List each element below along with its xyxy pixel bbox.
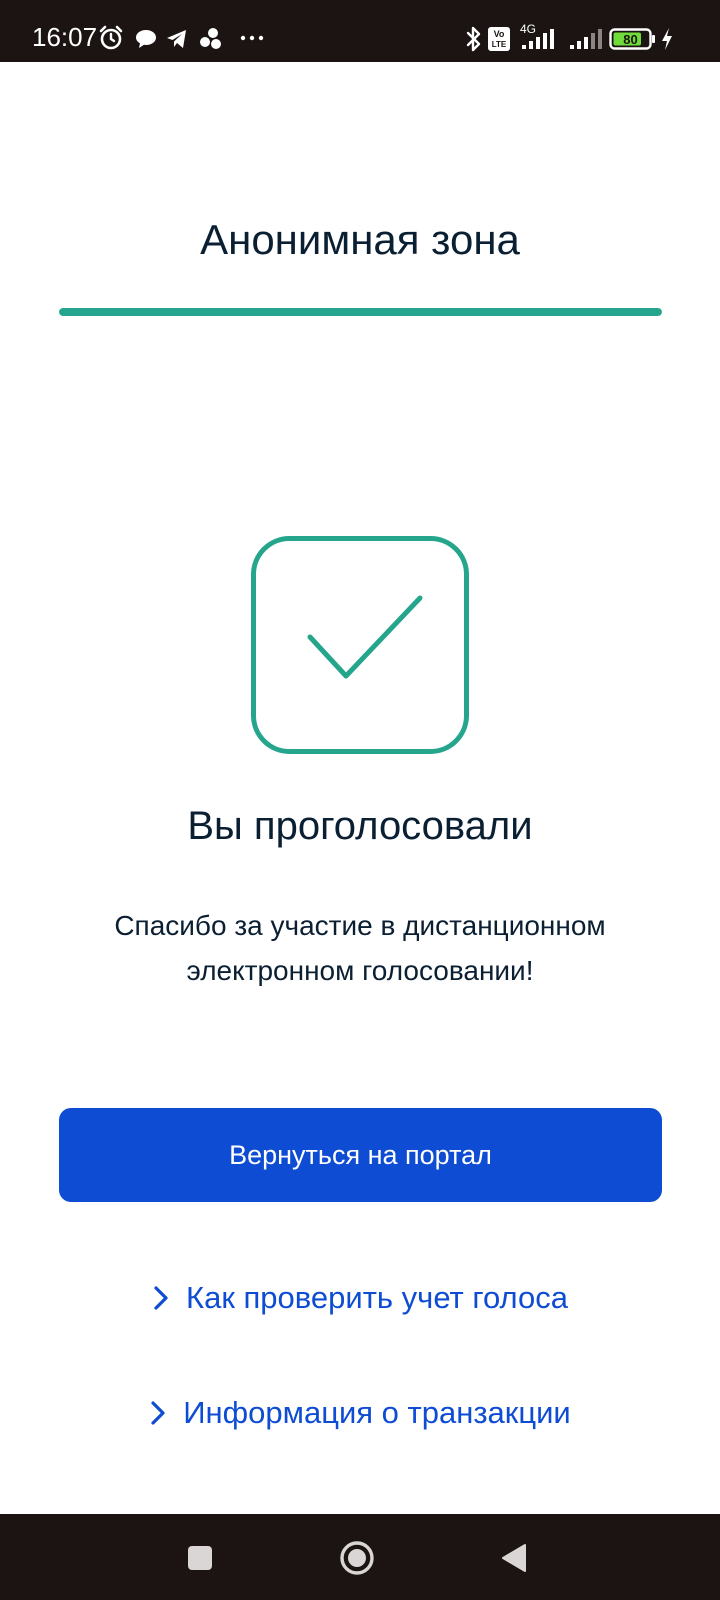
- return-to-portal-button[interactable]: Вернуться на портал: [59, 1108, 662, 1202]
- alarm-icon: [99, 25, 123, 50]
- step-progress-fill: [59, 308, 662, 316]
- transaction-info-link-label: Информация о транзакции: [183, 1395, 571, 1430]
- status-time: 16:07: [32, 22, 98, 52]
- home-circle-icon[interactable]: [339, 1540, 375, 1576]
- recents-square-icon[interactable]: [186, 1544, 214, 1572]
- bluetooth-icon: [466, 26, 481, 52]
- chevron-right-icon: [151, 1401, 165, 1425]
- signal-icon: [522, 29, 554, 49]
- back-triangle-icon[interactable]: [500, 1542, 528, 1574]
- voting-success-screen: 16:07 Vo LTE 4G 80 Анонимная зона Вы про…: [0, 0, 720, 1600]
- more-dots-icon: [240, 35, 264, 41]
- step-progress-bar: [59, 308, 662, 316]
- check-vote-count-link-label: Как проверить учет голоса: [186, 1280, 568, 1315]
- volte-icon: Vo LTE: [488, 27, 510, 51]
- charging-icon: [662, 28, 672, 50]
- success-message: Спасибо за участие в дистанционном элект…: [114, 910, 606, 986]
- telegram-icon: [167, 30, 186, 48]
- battery-percent: 80: [623, 32, 637, 47]
- transaction-info-link[interactable]: Информация о транзакции: [0, 1393, 720, 1433]
- svg-text:LTE: LTE: [492, 40, 507, 49]
- status-bar: 16:07 Vo LTE 4G 80: [0, 0, 720, 62]
- app-cluster-icon: [200, 28, 221, 49]
- svg-text:Vo: Vo: [494, 29, 505, 39]
- success-title: Вы проголосовали: [187, 804, 533, 848]
- page-title: Анонимная зона: [200, 216, 520, 263]
- system-navigation-bar: [0, 1514, 720, 1600]
- battery-icon: 80: [609, 28, 655, 50]
- chevron-right-icon: [154, 1286, 168, 1310]
- signal-icon: [570, 29, 602, 49]
- chat-bubble-icon: [136, 30, 156, 48]
- check-vote-count-link[interactable]: Как проверить учет голоса: [0, 1278, 720, 1318]
- checkmark-icon: [251, 536, 469, 754]
